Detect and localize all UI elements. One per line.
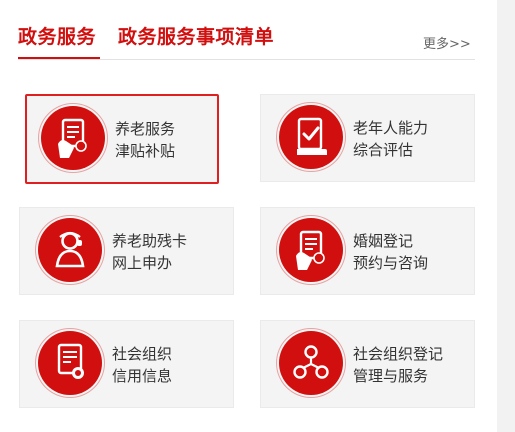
service-card-elderly-assessment[interactable]: 老年人能力 综合评估 <box>260 94 475 182</box>
card-title-line1: 老年人能力 <box>353 119 429 137</box>
card-title-line1: 社会组织 <box>112 345 173 363</box>
right-edge-panel <box>497 0 515 432</box>
card-title-line1: 养老助残卡 <box>112 232 188 250</box>
card-title-line1: 养老服务 <box>115 120 176 138</box>
tab-bar: 政务服务 政务服务事项清单 更多>> <box>0 0 497 66</box>
service-card-disability-card[interactable]: 养老助残卡 网上申办 <box>19 207 234 295</box>
card-title-line2: 信用信息 <box>112 367 173 385</box>
document-hand-icon <box>41 106 105 170</box>
card-title-line2: 预约与咨询 <box>353 254 429 272</box>
user-service-icon <box>38 218 102 282</box>
tab-government-services[interactable]: 政务服务 <box>18 22 96 49</box>
card-title-line2: 津贴补贴 <box>115 142 176 160</box>
service-card-social-org-credit[interactable]: 社会组织 信用信息 <box>19 320 234 408</box>
service-card-social-org-registration[interactable]: 社会组织登记 管理与服务 <box>260 320 475 408</box>
card-title-line2: 网上申办 <box>112 254 173 272</box>
card-title-line1: 婚姻登记 <box>353 232 414 250</box>
card-title-line2: 管理与服务 <box>353 367 429 385</box>
tab-service-items-list[interactable]: 政务服务事项清单 <box>118 22 274 49</box>
card-title-line1: 社会组织登记 <box>353 345 444 363</box>
credit-document-icon <box>38 331 102 395</box>
document-hand-icon <box>279 218 343 282</box>
tab-divider <box>18 59 475 60</box>
checklist-icon <box>279 105 343 169</box>
org-network-icon <box>279 331 343 395</box>
card-title-line2: 综合评估 <box>353 141 414 159</box>
more-link[interactable]: 更多>> <box>423 33 471 52</box>
service-card-marriage-registration[interactable]: 婚姻登记 预约与咨询 <box>260 207 475 295</box>
service-card-elderly-subsidy[interactable]: 养老服务 津贴补贴 <box>25 94 219 184</box>
